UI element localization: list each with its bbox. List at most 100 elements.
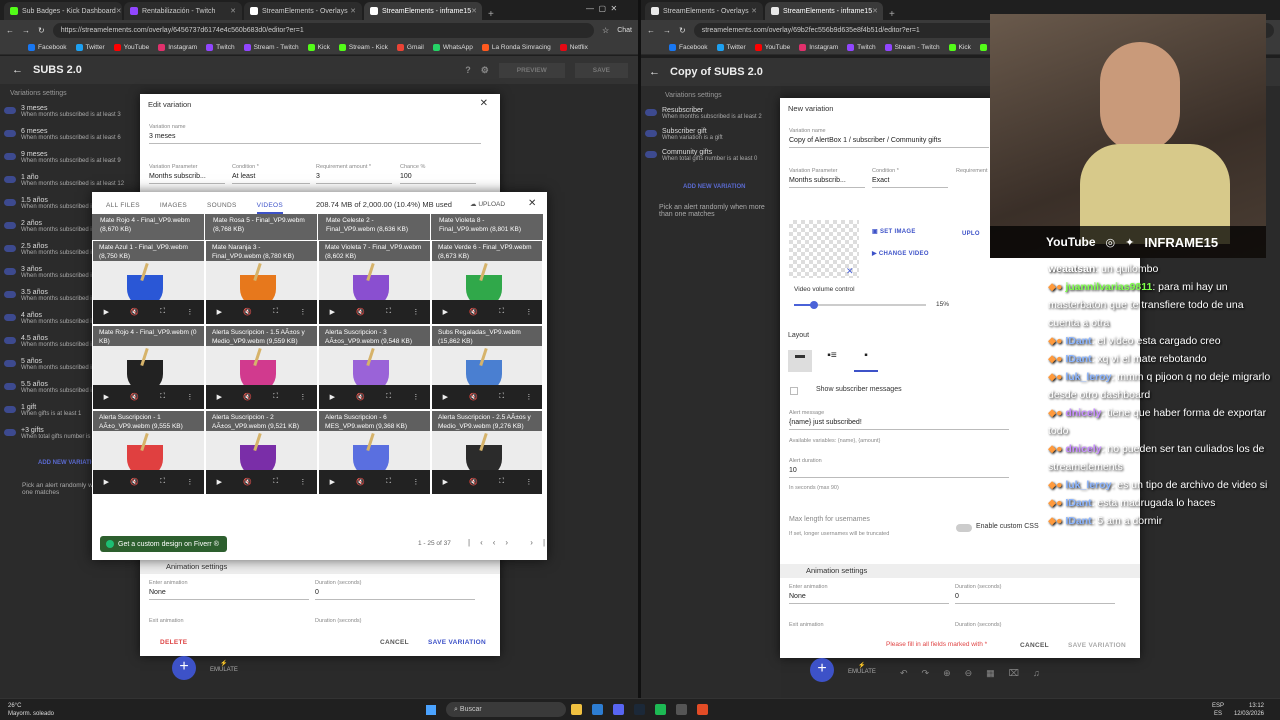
browser-tab[interactable]: StreamElements - inframe15 ✕	[364, 2, 482, 20]
variation-toggle[interactable]	[4, 337, 16, 344]
star-icon[interactable]: ☆	[602, 26, 609, 35]
media-tab-all-files[interactable]: ALL FILES	[106, 202, 140, 214]
bookmark-item[interactable]: Kick	[307, 43, 330, 51]
weather-widget[interactable]: 26°C Mayorm. soleado	[8, 702, 54, 718]
mute-icon[interactable]: 🔇	[356, 393, 365, 401]
variation-name-field[interactable]: Variation name 3 meses	[149, 124, 481, 144]
more-icon[interactable]: ⋮	[186, 308, 193, 316]
media-item[interactable]: Mate Verde 6 - Final_VP9.webm (8,673 KB)…	[431, 240, 542, 325]
variation-toggle[interactable]	[4, 222, 16, 229]
mute-icon[interactable]: 🔇	[243, 393, 252, 401]
change-video-button[interactable]: ▶ CHANGE VIDEO	[872, 250, 929, 257]
more-icon[interactable]: ⋮	[186, 478, 193, 486]
play-icon[interactable]: ▶	[217, 393, 222, 401]
bookmark-item[interactable]: Stream - Twitch	[243, 43, 299, 51]
duration-input[interactable]: Duration (seconds) 0	[955, 584, 1115, 604]
settings-icon[interactable]: ⚙	[481, 65, 489, 76]
variation-toggle[interactable]	[4, 268, 16, 275]
variation-toggle[interactable]	[4, 176, 16, 183]
add-widget-button[interactable]: +	[810, 658, 834, 682]
variation-toggle[interactable]	[4, 130, 16, 137]
bookmark-item[interactable]: Twitter	[75, 43, 105, 51]
variation-toggle[interactable]	[645, 130, 657, 137]
variation-item[interactable]: Subscriber gift When variation is a gift	[641, 126, 781, 147]
bookmark-item[interactable]: Stream - Twitch	[884, 43, 940, 51]
close-tab-icon[interactable]: ✕	[751, 7, 757, 15]
condition-select[interactable]: Condition * Exact	[872, 168, 948, 188]
bookmark-item[interactable]: Facebook	[28, 43, 67, 51]
more-icon[interactable]: ⋮	[299, 393, 306, 401]
upload-button[interactable]: ☁ UPLOAD	[470, 200, 505, 208]
variation-toggle[interactable]	[4, 429, 16, 436]
add-widget-button[interactable]: +	[172, 656, 196, 680]
mute-icon[interactable]: 🔇	[243, 308, 252, 316]
media-item[interactable]: Mate Naranja 3 - Final_VP9.webm (8,780 K…	[205, 240, 318, 325]
fullscreen-icon[interactable]: ⛶	[386, 393, 391, 401]
play-icon[interactable]: ▶	[217, 308, 222, 316]
variation-toggle[interactable]	[4, 245, 16, 252]
pagination-controls[interactable]: |‹‹› ›|	[468, 538, 555, 547]
media-item[interactable]: Mate Rojo 4 - Final_VP9.webm (0 KB) ▶ 🔇 ⛶ ⋮	[92, 325, 205, 410]
variation-item[interactable]: Resubscriber When months subscribed is at…	[641, 105, 781, 126]
more-icon[interactable]: ⋮	[525, 393, 532, 401]
play-icon[interactable]: ▶	[104, 478, 109, 486]
more-icon[interactable]: ⋮	[525, 308, 532, 316]
close-tab-icon[interactable]: ✕	[350, 7, 356, 15]
chrome-icon[interactable]	[697, 704, 709, 715]
help-icon[interactable]: ?	[465, 65, 471, 75]
custom-css-toggle[interactable]	[956, 524, 972, 532]
media-item-title[interactable]: Mate Rojo 4 - Final_VP9.webm (8,670 KB)	[92, 214, 205, 240]
bookmark-item[interactable]: Twitch	[206, 43, 235, 51]
variation-item[interactable]: Community gifts When total gifts number i…	[641, 147, 781, 168]
start-icon[interactable]	[426, 704, 437, 715]
add-variation-button[interactable]: ADD NEW VARIATION	[683, 184, 781, 190]
show-messages-checkbox[interactable]	[790, 387, 798, 395]
more-icon[interactable]: ⋮	[299, 478, 306, 486]
media-tab-sounds[interactable]: SOUNDS	[207, 202, 237, 214]
more-icon[interactable]: ⋮	[299, 308, 306, 316]
bookmark-item[interactable]: Kick	[948, 43, 971, 51]
bookmark-item[interactable]: La Ronda Simracing	[481, 43, 551, 51]
duration-input[interactable]: Duration (seconds) 0	[315, 580, 475, 600]
layout-option-bottom[interactable]: ▪	[854, 350, 878, 372]
delete-button[interactable]: DELETE	[160, 639, 187, 646]
close-icon[interactable]: ✕	[480, 98, 488, 109]
more-icon[interactable]: ⋮	[525, 478, 532, 486]
media-item[interactable]: Mate Azul 1 - Final_VP9.webm (8,750 KB) ▶…	[92, 240, 205, 325]
bookmark-item[interactable]: Gmail	[396, 43, 424, 51]
variation-toggle[interactable]	[4, 383, 16, 390]
save-variation-button[interactable]: SAVE VARIATION	[428, 639, 486, 646]
cancel-button[interactable]: CANCEL	[380, 639, 409, 646]
animation-settings-header[interactable]: Animation settings	[780, 564, 1140, 578]
mute-icon[interactable]: 🔇	[356, 478, 365, 486]
steam-icon[interactable]	[634, 704, 646, 715]
remove-media-icon[interactable]: ✕	[846, 266, 854, 277]
bookmark-item[interactable]: YouTube	[113, 43, 149, 51]
chat-button[interactable]: Chat	[617, 27, 632, 34]
play-icon[interactable]: ▶	[443, 393, 448, 401]
play-icon[interactable]: ▶	[443, 478, 448, 486]
back-arrow-icon[interactable]: ←	[649, 66, 660, 78]
play-icon[interactable]: ▶	[104, 393, 109, 401]
mute-icon[interactable]: 🔇	[243, 478, 252, 486]
media-item[interactable]: Alerta Suscripcion - 1 AÃ±o_VP9.webm (9,…	[92, 410, 205, 495]
back-arrow-icon[interactable]: ←	[12, 64, 23, 76]
emulate-button[interactable]: ⚡ EMULATE	[848, 662, 876, 675]
bookmark-item[interactable]: Facebook	[669, 43, 708, 51]
fiverr-button[interactable]: Get a custom design on Fiverr ®	[100, 536, 227, 552]
browser-tab[interactable]: StreamElements - Overlays ✕	[244, 2, 362, 20]
fullscreen-icon[interactable]: ⛶	[160, 393, 165, 401]
mute-icon[interactable]: 🔇	[356, 308, 365, 316]
fullscreen-icon[interactable]: ⛶	[273, 478, 278, 486]
more-icon[interactable]: ⋮	[412, 478, 419, 486]
alert-message-input[interactable]: Alert message {name} just subscribed!	[789, 410, 1009, 430]
play-icon[interactable]: ▶	[330, 308, 335, 316]
fullscreen-icon[interactable]: ⛶	[273, 393, 278, 401]
media-item[interactable]: Alerta Suscripcion - 6 MES_VP9.webm (9,3…	[318, 410, 431, 495]
variation-name-field[interactable]: Variation name Copy of AlertBox 1 / subs…	[789, 128, 989, 148]
bookmark-item[interactable]: Instagram	[799, 43, 838, 51]
close-tab-icon[interactable]: ✕	[116, 7, 122, 15]
variation-toggle[interactable]	[4, 314, 16, 321]
variation-toggle[interactable]	[4, 153, 16, 160]
media-item[interactable]: Alerta Suscripcion - 3 AÃ±os_VP9.webm (9…	[318, 325, 431, 410]
